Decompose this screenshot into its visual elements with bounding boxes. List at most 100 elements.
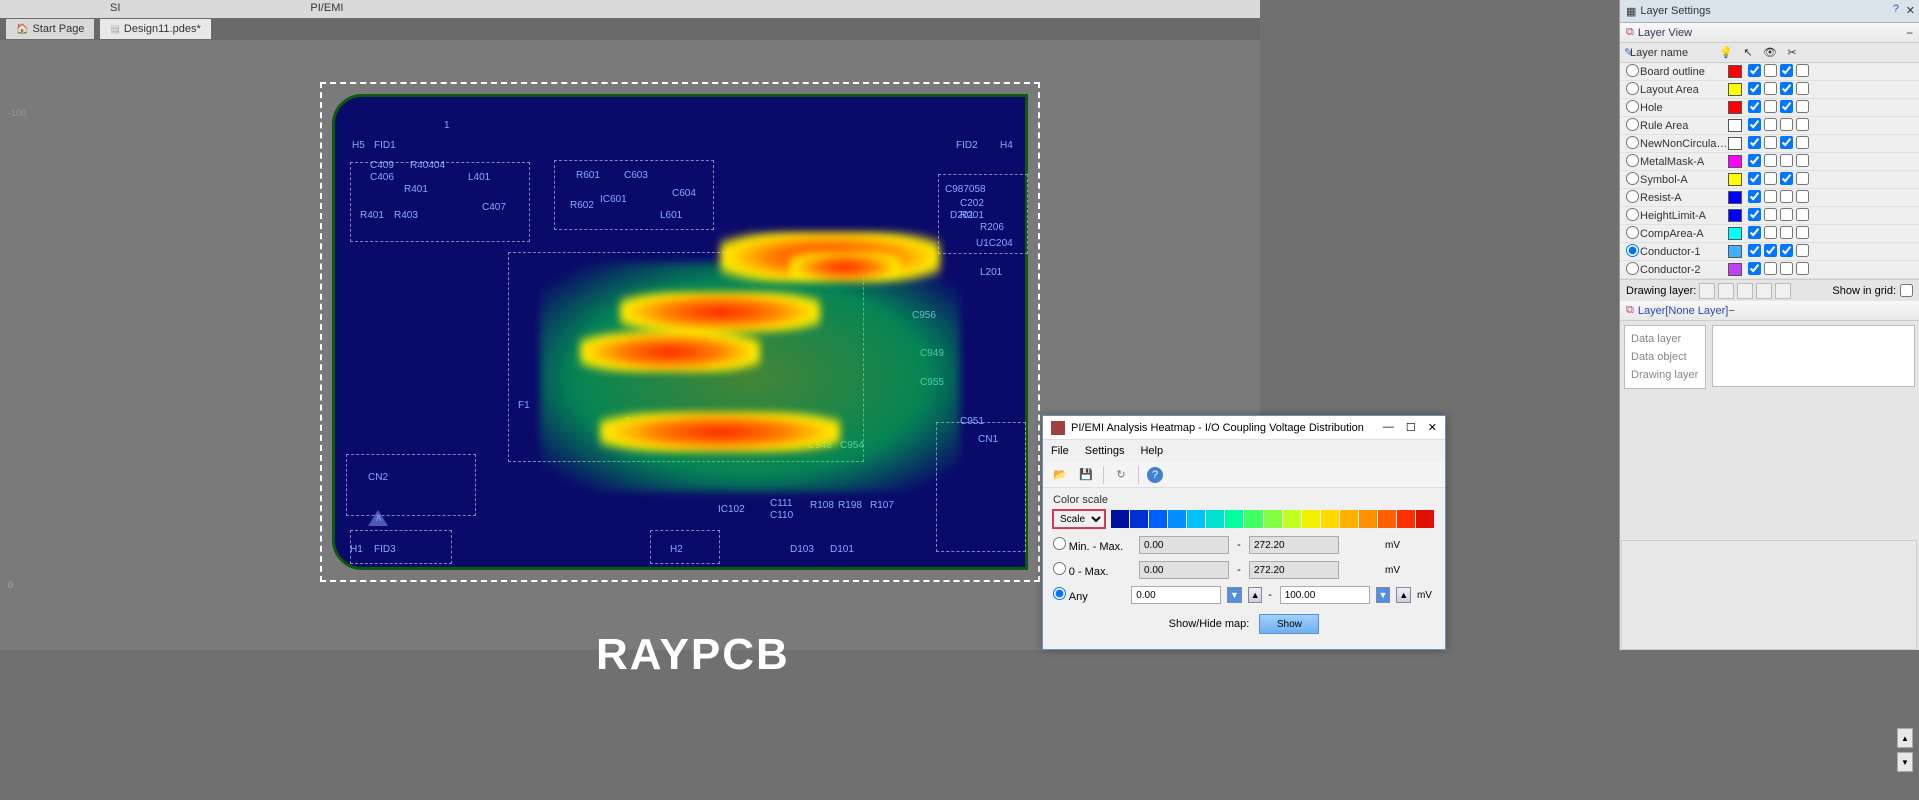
layer-check-2[interactable] [1762, 100, 1778, 116]
layer-radio[interactable] [1626, 172, 1640, 188]
menu-file[interactable]: File [1051, 445, 1069, 457]
layer-check-4[interactable] [1794, 136, 1810, 152]
layer-row[interactable]: Board outline [1620, 63, 1919, 81]
layer-check-4[interactable] [1794, 118, 1810, 134]
layer-check-4[interactable] [1794, 82, 1810, 98]
layer-check-3[interactable] [1778, 100, 1794, 116]
scale-select[interactable]: Scale 1 [1053, 510, 1105, 528]
layer-check-3[interactable] [1778, 226, 1794, 242]
layer-check-1[interactable] [1746, 118, 1762, 134]
layer-check-1[interactable] [1746, 100, 1762, 116]
menu-settings[interactable]: Settings [1085, 445, 1125, 457]
pcb-board[interactable]: H5 FID1 FID2 H4 1 C409 R40404 L401 C406 … [320, 82, 1040, 582]
layer-check-3[interactable] [1778, 154, 1794, 170]
lightbulb-icon[interactable]: 💡 [1718, 46, 1734, 59]
collapse-icon[interactable]: − [1906, 26, 1913, 40]
layer-color[interactable] [1728, 65, 1742, 78]
layer-check-2[interactable] [1762, 154, 1778, 170]
layer-row[interactable]: Resist-A [1620, 189, 1919, 207]
zeromax-min-input[interactable] [1139, 561, 1229, 579]
layer-check-1[interactable] [1746, 208, 1762, 224]
show-button[interactable]: Show [1259, 614, 1319, 634]
layer-check-2[interactable] [1762, 82, 1778, 98]
any-max-input[interactable] [1280, 586, 1370, 604]
layer-check-3[interactable] [1778, 172, 1794, 188]
layer-check-1[interactable] [1746, 82, 1762, 98]
help-icon[interactable]: ? [1893, 3, 1899, 15]
drawing-btn-4[interactable] [1756, 283, 1772, 299]
layer-check-1[interactable] [1746, 154, 1762, 170]
layer-check-1[interactable] [1746, 136, 1762, 152]
layer-color[interactable] [1728, 173, 1742, 186]
layer-check-3[interactable] [1778, 262, 1794, 278]
layer-check-3[interactable] [1778, 208, 1794, 224]
layer-check-2[interactable] [1762, 208, 1778, 224]
layer-radio[interactable] [1626, 208, 1640, 224]
scroll-down-icon[interactable]: ▼ [1897, 752, 1913, 772]
layer-color[interactable] [1728, 137, 1742, 150]
radio-any[interactable]: Any [1053, 587, 1125, 603]
cursor-icon[interactable]: ↖ [1740, 46, 1756, 59]
layer-check-2[interactable] [1762, 262, 1778, 278]
layer-check-1[interactable] [1746, 244, 1762, 260]
layer-row[interactable]: Conductor-1 [1620, 243, 1919, 261]
eye-icon[interactable]: 👁 [1762, 46, 1778, 59]
layer-check-3[interactable] [1778, 190, 1794, 206]
layer-row[interactable]: Symbol-A [1620, 171, 1919, 189]
scroll-up-icon[interactable]: ▲ [1897, 728, 1913, 748]
layer-check-2[interactable] [1762, 172, 1778, 188]
layer-radio[interactable] [1626, 262, 1640, 278]
layer-radio[interactable] [1626, 82, 1640, 98]
layer-check-1[interactable] [1746, 64, 1762, 80]
column-layer-name[interactable]: Layer name [1630, 47, 1712, 59]
dialog-titlebar[interactable]: PI/EMI Analysis Heatmap - I/O Coupling V… [1043, 416, 1445, 440]
layer-none-titlebar[interactable]: ⧉ Layer[None Layer] − [1620, 301, 1919, 321]
layer-check-1[interactable] [1746, 190, 1762, 206]
layer-check-4[interactable] [1794, 172, 1810, 188]
layer-color[interactable] [1728, 155, 1742, 168]
minmax-max-input[interactable] [1249, 536, 1339, 554]
spinner-down-icon[interactable]: ▼ [1227, 587, 1242, 603]
layer-check-2[interactable] [1762, 118, 1778, 134]
layer-color[interactable] [1728, 245, 1742, 258]
layer-check-3[interactable] [1778, 118, 1794, 134]
filter-icon[interactable]: ✂ [1784, 46, 1800, 59]
menu-si[interactable]: SI [0, 0, 200, 18]
layer-row[interactable]: Hole [1620, 99, 1919, 117]
close-icon[interactable]: ✕ [1428, 421, 1437, 434]
layer-radio[interactable] [1626, 154, 1640, 170]
drawing-btn-5[interactable] [1775, 283, 1791, 299]
layer-color[interactable] [1728, 101, 1742, 114]
layer-color[interactable] [1728, 83, 1742, 96]
layer-row[interactable]: CompArea-A [1620, 225, 1919, 243]
layer-radio[interactable] [1626, 244, 1640, 260]
minimize-icon[interactable]: — [1383, 421, 1394, 434]
show-in-grid-checkbox[interactable] [1900, 284, 1913, 297]
layer-check-4[interactable] [1794, 64, 1810, 80]
layer-check-1[interactable] [1746, 226, 1762, 242]
layer-row[interactable]: NewNonCircularH [1620, 135, 1919, 153]
menu-piemi[interactable]: PI/EMI [200, 0, 423, 18]
layer-row[interactable]: MetalMask-A [1620, 153, 1919, 171]
layer-check-4[interactable] [1794, 190, 1810, 206]
save-icon[interactable]: 💾 [1077, 466, 1095, 484]
layer-check-4[interactable] [1794, 154, 1810, 170]
layer-view-titlebar[interactable]: ⧉ Layer View − [1620, 23, 1919, 43]
layer-check-4[interactable] [1794, 262, 1810, 278]
layer-row[interactable]: Layout Area [1620, 81, 1919, 99]
layer-radio[interactable] [1626, 190, 1640, 206]
open-icon[interactable]: 📂 [1051, 466, 1069, 484]
layer-check-1[interactable] [1746, 262, 1762, 278]
layer-check-3[interactable] [1778, 244, 1794, 260]
spinner-up-icon[interactable]: ▲ [1248, 587, 1263, 603]
layer-row[interactable]: Conductor-2 [1620, 261, 1919, 279]
drawing-btn-3[interactable] [1737, 283, 1753, 299]
layer-radio[interactable] [1626, 100, 1640, 116]
spinner-down-icon[interactable]: ▼ [1376, 587, 1391, 603]
collapse-icon[interactable]: − [1728, 305, 1734, 317]
layer-check-1[interactable] [1746, 172, 1762, 188]
maximize-icon[interactable]: ☐ [1406, 421, 1416, 434]
layer-check-3[interactable] [1778, 64, 1794, 80]
layer-radio[interactable] [1626, 118, 1640, 134]
layer-check-3[interactable] [1778, 136, 1794, 152]
